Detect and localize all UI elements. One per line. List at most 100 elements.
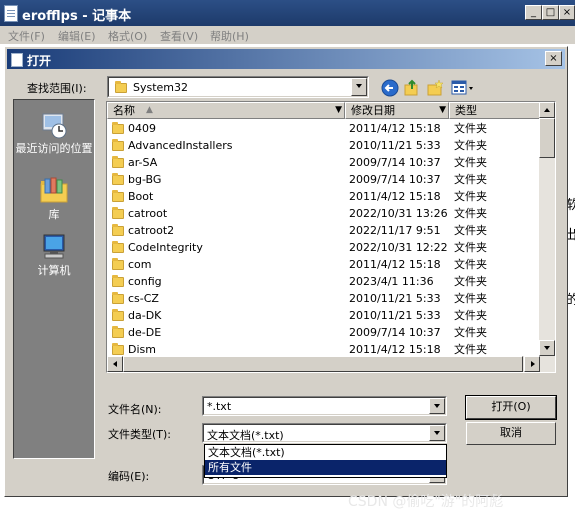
table-row[interactable]: catroot2 2022/11/17 9:51 文件夹 — [107, 222, 540, 239]
scroll-thumb-horizontal[interactable] — [123, 356, 523, 372]
file-type: 文件夹 — [454, 173, 487, 186]
chevron-down-icon[interactable]: ▼ — [335, 103, 342, 118]
lookin-label: 查找范围(I): — [27, 82, 87, 95]
file-name: bg-BG — [128, 173, 162, 186]
lookin-value: System32 — [133, 81, 189, 94]
file-name: catroot — [128, 207, 168, 220]
places-bar: 最近访问的位置 库 计算机 — [13, 99, 95, 459]
open-dialog: 打开 × 查找范围(I): System32 最近访问的位置 库 计算机 名称 … — [4, 46, 568, 497]
chevron-down-icon[interactable] — [351, 78, 367, 96]
minimize-button[interactable]: _ — [525, 5, 542, 20]
file-name: 0409 — [128, 122, 156, 135]
filetype-option[interactable]: 文本文档(*.txt) — [205, 445, 446, 460]
up-folder-icon[interactable] — [403, 79, 421, 97]
table-row[interactable]: com 2011/4/12 15:18 文件夹 — [107, 256, 540, 273]
column-type[interactable]: 类型 — [449, 102, 540, 119]
libraries-icon — [40, 177, 68, 203]
file-date: 2022/10/31 12:22 — [349, 241, 448, 254]
recent-places-icon — [42, 113, 67, 139]
place-recent[interactable]: 最近访问的位置 — [14, 110, 94, 155]
table-row[interactable]: AdvancedInstallers 2010/11/21 5:33 文件夹 — [107, 137, 540, 154]
folder-icon — [112, 241, 124, 253]
file-type: 文件夹 — [454, 190, 487, 203]
file-list[interactable]: 名称 ▲ ▼ 修改日期 ▼ 类型 0409 2011/4/12 15:18 文件夹 A… — [106, 101, 556, 373]
table-row[interactable]: bg-BG 2009/7/14 10:37 文件夹 — [107, 171, 540, 188]
encoding-label: 编码(E): — [108, 470, 150, 483]
file-date: 2010/11/21 5:33 — [349, 292, 441, 305]
folder-icon — [112, 275, 124, 287]
file-type: 文件夹 — [454, 139, 487, 152]
scroll-thumb[interactable] — [539, 118, 555, 158]
menu-view[interactable]: 查看(V) — [160, 28, 198, 44]
file-name: config — [128, 275, 162, 288]
folder-icon — [115, 81, 127, 93]
filename-label: 文件名(N): — [108, 403, 162, 416]
filetype-select[interactable]: 文本文档(*.txt) — [202, 423, 447, 443]
file-name: cs-CZ — [128, 292, 159, 305]
table-row[interactable]: 0409 2011/4/12 15:18 文件夹 — [107, 120, 540, 137]
horizontal-scrollbar[interactable] — [107, 356, 540, 372]
view-menu-icon[interactable] — [451, 79, 475, 97]
place-computer[interactable]: 计算机 — [14, 232, 94, 277]
open-button[interactable]: 打开(O) — [465, 395, 557, 420]
file-name: catroot2 — [128, 224, 175, 237]
scroll-up-button[interactable] — [539, 102, 555, 118]
menu-help[interactable]: 帮助(H) — [210, 28, 249, 44]
file-name: de-DE — [128, 326, 162, 339]
folder-icon — [112, 343, 124, 355]
file-date: 2010/11/21 5:33 — [349, 309, 441, 322]
table-row[interactable]: config 2023/4/1 11:36 文件夹 — [107, 273, 540, 290]
table-row[interactable]: da-DK 2010/11/21 5:33 文件夹 — [107, 307, 540, 324]
folder-icon — [112, 156, 124, 168]
folder-icon — [112, 122, 124, 134]
filetype-label: 文件类型(T): — [108, 428, 172, 441]
chevron-down-icon[interactable] — [429, 398, 445, 414]
column-date[interactable]: 修改日期 ▼ — [345, 102, 449, 119]
filetype-value: 文本文档(*.txt) — [207, 429, 284, 442]
vertical-scrollbar[interactable] — [539, 102, 555, 372]
maximize-button[interactable]: □ — [542, 5, 559, 20]
place-libraries-label: 库 — [48, 208, 60, 221]
notepad-menubar: 文件(F) 编辑(E) 格式(O) 查看(V) 帮助(H) — [0, 26, 575, 44]
cancel-button[interactable]: 取消 — [466, 422, 556, 445]
dialog-title-bar[interactable]: 打开 × — [7, 49, 565, 69]
lookin-select[interactable]: System32 — [107, 76, 369, 98]
table-row[interactable]: catroot 2022/10/31 13:26 文件夹 — [107, 205, 540, 222]
table-row[interactable]: Boot 2011/4/12 15:18 文件夹 — [107, 188, 540, 205]
notepad-title-bar[interactable]: erofflps - 记事本 _ □ × — [0, 0, 575, 26]
file-date: 2010/11/21 5:33 — [349, 139, 441, 152]
folder-icon — [112, 139, 124, 151]
chevron-down-icon[interactable] — [429, 425, 445, 441]
back-icon[interactable] — [381, 79, 399, 97]
table-row[interactable]: ar-SA 2009/7/14 10:37 文件夹 — [107, 154, 540, 171]
column-name[interactable]: 名称 ▲ ▼ — [107, 102, 345, 119]
notepad-title: erofflps - 记事本 — [22, 9, 132, 24]
file-type: 文件夹 — [454, 326, 487, 339]
table-row[interactable]: CodeIntegrity 2022/10/31 12:22 文件夹 — [107, 239, 540, 256]
file-date: 2023/4/1 11:36 — [349, 275, 434, 288]
scroll-right-button[interactable] — [524, 356, 540, 372]
place-computer-label: 计算机 — [37, 264, 71, 277]
scroll-down-button[interactable] — [539, 340, 555, 356]
filetype-option-selected[interactable]: 所有文件 — [205, 460, 446, 475]
file-name: Boot — [128, 190, 154, 203]
dialog-close-icon[interactable]: × — [545, 51, 562, 66]
watermark: CSDN @偷吃"游"的阿彪 — [348, 494, 504, 510]
column-type-label: 类型 — [455, 104, 477, 117]
table-row[interactable]: cs-CZ 2010/11/21 5:33 文件夹 — [107, 290, 540, 307]
chevron-down-icon[interactable]: ▼ — [439, 103, 446, 118]
menu-file[interactable]: 文件(F) — [8, 28, 45, 44]
close-icon[interactable]: × — [559, 5, 575, 20]
file-name: com — [128, 258, 152, 271]
new-folder-icon[interactable] — [426, 79, 444, 97]
filename-input[interactable]: *.txt — [202, 396, 447, 416]
menu-format[interactable]: 格式(O) — [108, 28, 147, 44]
folder-icon — [112, 292, 124, 304]
file-name: AdvancedInstallers — [128, 139, 233, 152]
menu-edit[interactable]: 编辑(E) — [58, 28, 96, 44]
place-libraries[interactable]: 库 — [14, 176, 94, 221]
scroll-left-button[interactable] — [107, 356, 123, 372]
file-name: Dism — [128, 343, 156, 356]
table-row[interactable]: de-DE 2009/7/14 10:37 文件夹 — [107, 324, 540, 341]
file-type: 文件夹 — [454, 156, 487, 169]
